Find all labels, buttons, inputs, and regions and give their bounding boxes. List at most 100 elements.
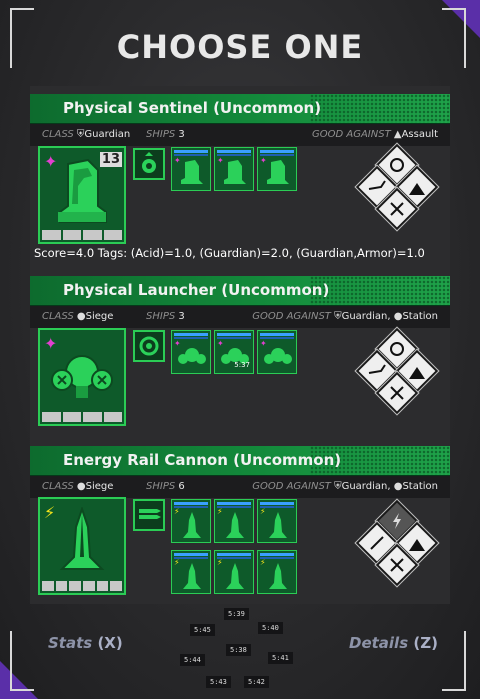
ship-portrait[interactable]: ✦ (38, 328, 126, 426)
rail-cannon-ship-icon (269, 563, 287, 589)
mountain-plus-icon (409, 539, 425, 551)
card-info-bar: CLASS ●Siege SHIPS 3 GOOD AGAINST ⛨Guard… (30, 306, 450, 328)
lightning-bolt-icon (393, 513, 401, 529)
hp-segments (42, 581, 123, 591)
class-info: CLASS ●Siege (42, 481, 113, 492)
rail-cannon-ship-icon (183, 563, 201, 589)
card-title: Physical Sentinel (Uncommon) (63, 99, 322, 117)
flame-icon: ▲ (393, 129, 402, 140)
card-header: Physical Sentinel (Uncommon) (30, 94, 450, 124)
rail-cannon-ship-icon (226, 512, 244, 538)
ship-slot[interactable]: ⚡ (171, 550, 211, 594)
ships-label: SHIPS (146, 311, 176, 322)
ship-slot[interactable]: ✦ 5:37 (214, 330, 254, 374)
rail-cannon-ship-icon (226, 563, 244, 589)
launcher-ship-icon (264, 348, 292, 364)
good-against-value: Guardian, (341, 311, 391, 322)
choice-card-physical-launcher[interactable]: Physical Launcher (Uncommon) CLASS ●Sieg… (30, 276, 450, 328)
good-against-value: Assault (401, 129, 438, 140)
details-button[interactable]: Details (Z) (349, 634, 438, 652)
swirl-icon (390, 386, 404, 400)
ship-slot[interactable]: ⚡ (257, 550, 297, 594)
good-against-label: GOOD AGAINST (252, 481, 331, 492)
good-against-value: Station (402, 311, 438, 322)
ship-slot[interactable]: ✦ (257, 330, 297, 374)
launcher-ship-icon (51, 355, 113, 398)
good-against-info: GOOD AGAINST ⛨Guardian, ●Station (252, 311, 438, 322)
choice-card-physical-sentinel[interactable]: Physical Sentinel (Uncommon) CLASS ⛨Guar… (30, 94, 450, 146)
timer-chip: 5:39 (224, 608, 249, 620)
rail-cannon-ship-icon (59, 507, 105, 570)
ships-value: 3 (178, 129, 185, 140)
class-info: CLASS ⛨Guardian (42, 129, 130, 140)
class-value: Guardian (84, 129, 131, 140)
class-value: Siege (85, 481, 114, 492)
class-value: Siege (85, 311, 114, 322)
rail-cannon-ship-icon (183, 512, 201, 538)
stats-key-hint: (X) (97, 634, 123, 652)
blast-icon (368, 364, 386, 374)
orb-icon (390, 342, 404, 356)
card-header: Physical Launcher (Uncommon) (30, 276, 450, 306)
good-against-info: GOOD AGAINST ▲Assault (312, 129, 438, 140)
stats-label: Stats (48, 634, 93, 652)
acid-icon (390, 158, 404, 172)
timer-chip: 5:44 (180, 654, 205, 666)
shield-icon: ⛨ (334, 481, 342, 492)
ship-slot[interactable]: ✦ (171, 330, 211, 374)
skull-icon: ● (76, 481, 86, 492)
timer-chip: 5:41 (268, 652, 293, 664)
cooldown-timer: 5:37 (234, 361, 250, 369)
ship-slot[interactable]: ⚡ (171, 499, 211, 543)
ships-info: SHIPS 3 (146, 311, 185, 322)
ship-slot[interactable]: ✦ (171, 147, 211, 191)
ships-info: SHIPS 6 (146, 481, 185, 492)
weapon-type-box[interactable] (133, 499, 165, 531)
ship-slot[interactable]: ⚡ (214, 499, 254, 543)
mountain-plus-icon (409, 367, 425, 379)
stats-button[interactable]: Stats (X) (48, 634, 123, 652)
level-badge: 13 (99, 152, 122, 167)
launcher-ship-icon (178, 348, 206, 364)
good-against-label: GOOD AGAINST (311, 129, 391, 140)
ships-info: SHIPS 3 (146, 129, 185, 140)
class-label: CLASS (42, 311, 74, 322)
page-title: CHOOSE ONE (116, 28, 364, 66)
debug-score-text: Score=4.0 Tags: (Acid)=1.0, (Guardian)=2… (34, 246, 425, 260)
card-title: Energy Rail Cannon (Uncommon) (63, 451, 342, 469)
rail-icon (370, 536, 384, 550)
ships-label: SHIPS (146, 481, 176, 492)
good-against-label: GOOD AGAINST (252, 311, 331, 322)
good-against-info: GOOD AGAINST ⛨Guardian, ●Station (252, 481, 438, 492)
acid-weapon-icon (142, 152, 156, 173)
sentinel-ship-icon (267, 160, 289, 184)
blast-icon (368, 180, 386, 190)
ship-slot[interactable]: ✦ (257, 147, 297, 191)
class-info: CLASS ●Siege (42, 311, 113, 322)
timer-chip: 5:40 (258, 622, 283, 634)
choice-card-energy-rail-cannon[interactable]: Energy Rail Cannon (Uncommon) CLASS ●Sie… (30, 446, 450, 498)
damage-type-lightning-icon: ⚡ (44, 503, 56, 522)
weapon-type-box[interactable] (133, 148, 165, 180)
orb-weapon-icon (139, 336, 159, 356)
ship-slot[interactable]: ✦ (214, 147, 254, 191)
mountain-plus-icon (409, 183, 425, 195)
card-info-bar: CLASS ●Siege SHIPS 6 GOOD AGAINST ⛨Guard… (30, 476, 450, 498)
damage-type-spark-icon: ✦ (44, 334, 58, 353)
damage-type-spark-icon: ✦ (44, 152, 58, 171)
frame-bracket (442, 631, 466, 691)
ships-label: SHIPS (146, 129, 176, 140)
weapon-type-box[interactable] (133, 330, 165, 362)
frame-bracket (10, 631, 34, 691)
swirl-icon (390, 202, 404, 216)
timer-chip: 5:38 (226, 644, 251, 656)
timer-chip: 5:45 (190, 624, 215, 636)
ship-slot[interactable]: ⚡ (214, 550, 254, 594)
swirl-icon (390, 558, 404, 572)
ship-slot[interactable]: ⚡ (257, 499, 297, 543)
hp-segments (42, 412, 122, 422)
ship-portrait[interactable]: ⚡ (38, 497, 126, 595)
details-key-hint: (Z) (413, 634, 438, 652)
timer-chip: 5:43 (206, 676, 231, 688)
ship-portrait[interactable]: ✦ 13 (38, 146, 126, 244)
